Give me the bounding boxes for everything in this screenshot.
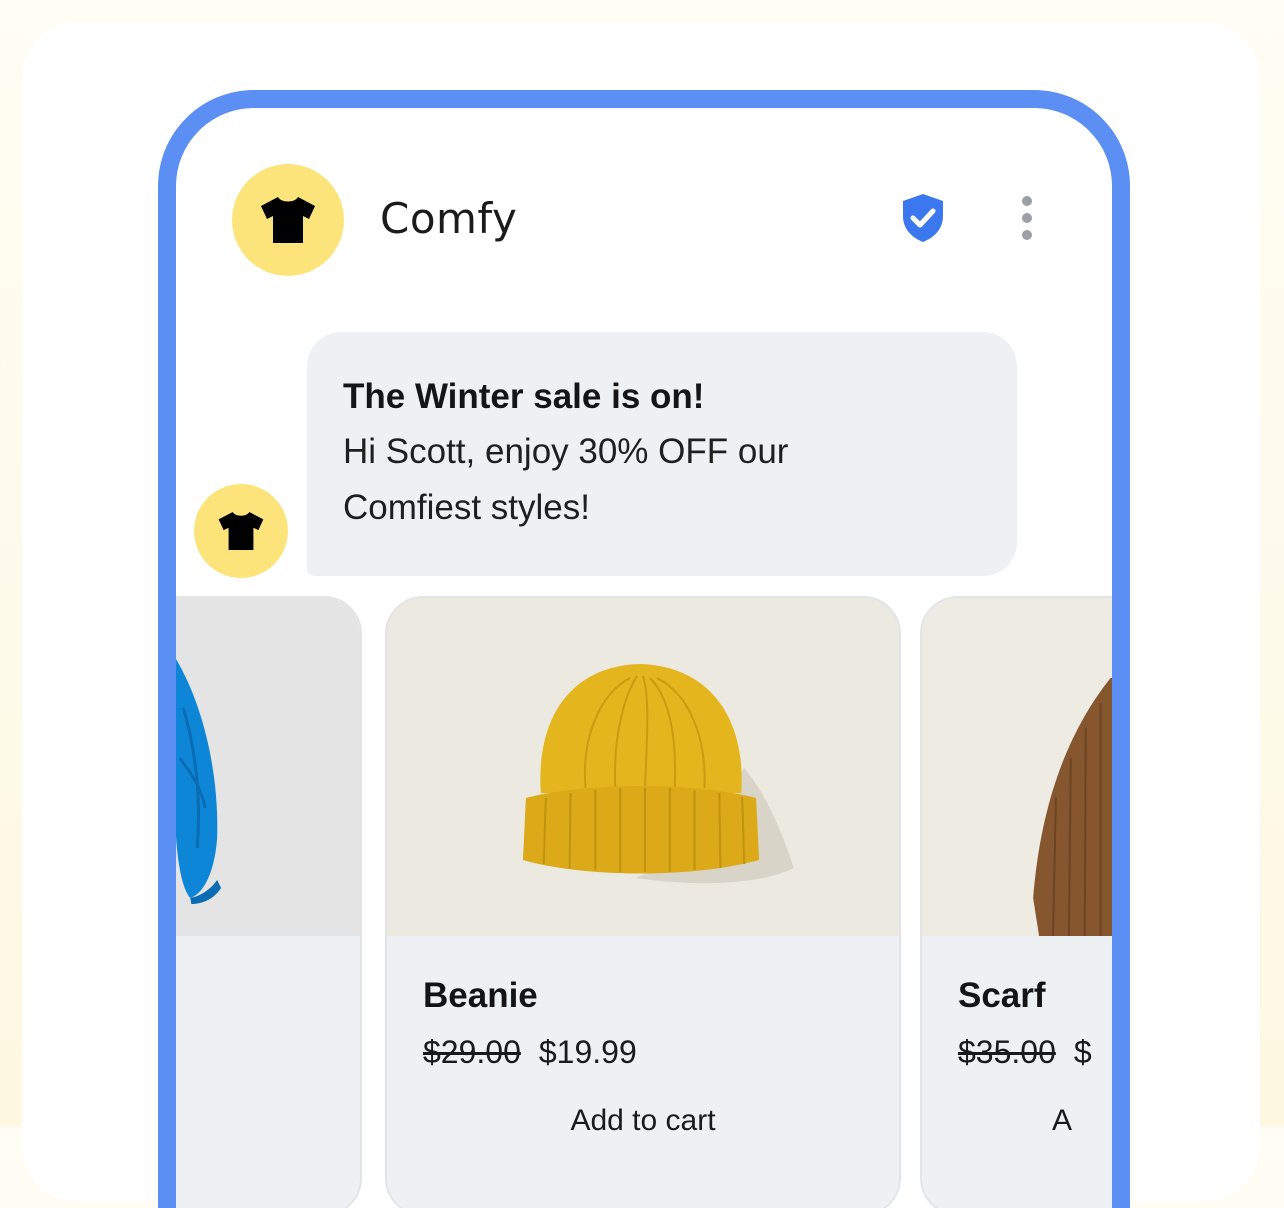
beanie-image <box>387 598 899 936</box>
product-card-scarf[interactable]: Scarf $35.00 $ A <box>920 596 1112 1208</box>
add-to-cart-button[interactable]: Add to cart <box>387 1104 899 1138</box>
verified-shield-icon <box>903 194 943 242</box>
sale-price: $19.99 <box>538 1034 637 1070</box>
brand-name: Comfy <box>380 194 518 243</box>
scarf-image <box>922 598 1112 936</box>
original-price: $29.00 <box>423 1034 521 1070</box>
product-card-jacket[interactable] <box>176 596 362 1208</box>
sale-price: $ <box>1073 1034 1092 1070</box>
message-bubble: The Winter sale is on! Hi Scott, enjoy 3… <box>307 332 1017 576</box>
add-to-cart-button[interactable]: A <box>1052 1104 1072 1138</box>
product-name: Scarf <box>958 976 1046 1015</box>
sender-avatar <box>194 484 288 578</box>
tshirt-icon <box>261 197 315 243</box>
product-prices: $35.00 $ <box>958 1034 1092 1071</box>
product-name: Beanie <box>423 976 538 1015</box>
product-prices: $29.00 $19.99 <box>423 1034 637 1071</box>
message-body-line1: Hi Scott, enjoy 30% OFF our <box>343 432 789 471</box>
phone-frame: Comfy The Winter sale is on! Hi Scott, e… <box>158 90 1130 1208</box>
tshirt-icon <box>218 511 264 551</box>
message-title: The Winter sale is on! <box>343 377 705 416</box>
original-price: $35.00 <box>958 1034 1056 1070</box>
brand-avatar[interactable] <box>232 164 344 276</box>
product-card-beanie[interactable]: Beanie $29.00 $19.99 Add to cart <box>385 596 901 1208</box>
more-vertical-icon[interactable] <box>1012 196 1042 240</box>
message-body-line2: Comfiest styles! <box>343 488 590 527</box>
jacket-image <box>176 598 360 936</box>
